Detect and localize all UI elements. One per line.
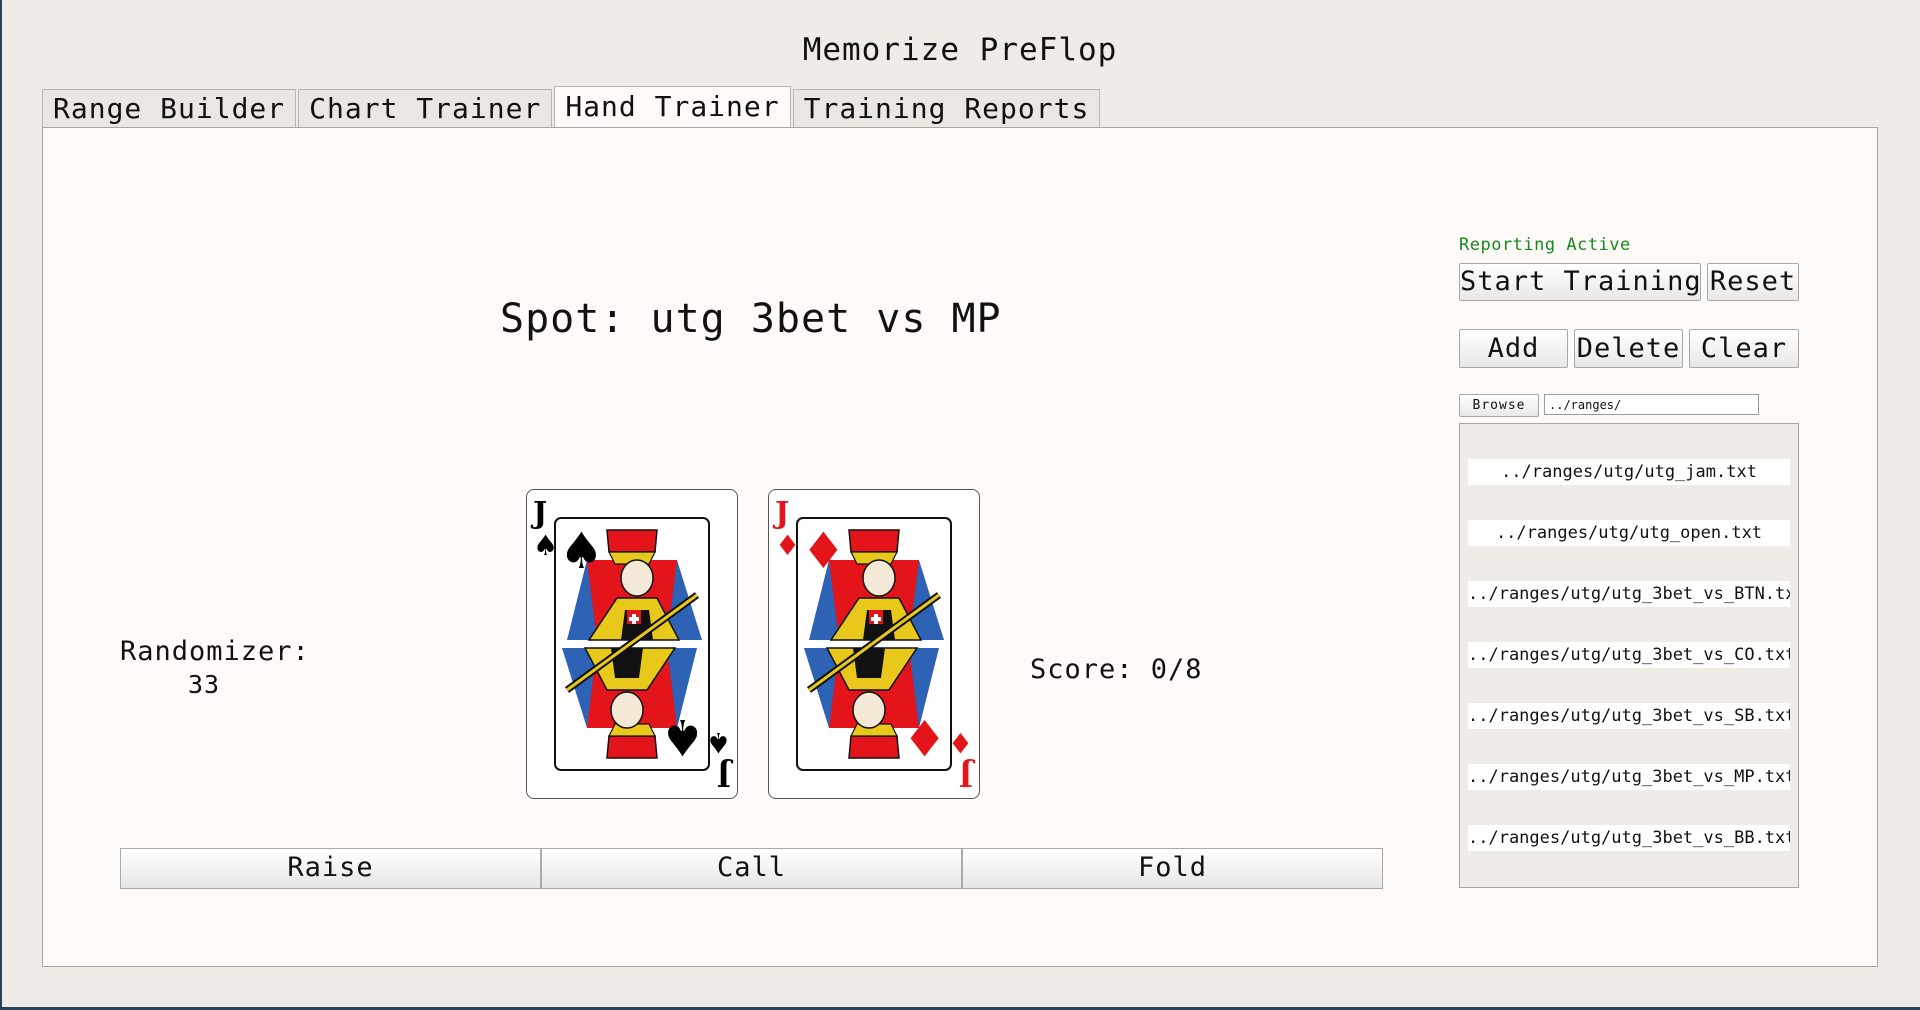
action-bar: Raise Call Fold (120, 848, 1383, 889)
card-court-suit-bottom: ♠ (660, 708, 705, 766)
card-rank-bottom: J (717, 757, 734, 792)
clear-button[interactable]: Clear (1689, 329, 1799, 368)
card-rank-top: J (772, 496, 789, 531)
playing-card-jack-of-spades: J ♠ J ♠ ♠ ♠ (526, 489, 738, 799)
tab-training-reports[interactable]: Training Reports (792, 89, 1101, 128)
tab-chart-trainer[interactable]: Chart Trainer (298, 89, 553, 128)
range-file-item[interactable]: ../ranges/utg/utg_3bet_vs_BTN.txt (1468, 581, 1790, 607)
range-file-item[interactable]: ../ranges/utg/utg_3bet_vs_BB.txt (1468, 825, 1790, 851)
add-button[interactable]: Add (1459, 329, 1568, 368)
score-label: Score: 0/8 (1030, 654, 1203, 685)
card-court-suit-bottom: ♦ (902, 708, 947, 766)
app-title: Memorize PreFlop (802, 32, 1118, 68)
spot-label: Spot: utg 3bet vs MP (500, 296, 1002, 342)
tab-hand-trainer[interactable]: Hand Trainer (554, 86, 791, 129)
delete-button[interactable]: Delete (1574, 329, 1683, 368)
reporting-status: Reporting Active (1459, 235, 1631, 255)
card-court-suit-top: ♠ (559, 522, 604, 580)
range-file-list: ../ranges/utg/utg_jam.txt ../ranges/utg/… (1459, 423, 1799, 888)
browse-button[interactable]: Browse (1459, 394, 1539, 417)
call-button[interactable]: Call (541, 848, 962, 889)
start-training-button[interactable]: Start Training (1459, 263, 1701, 301)
range-file-item[interactable]: ../ranges/utg/utg_jam.txt (1468, 459, 1790, 485)
tab-bar: Range Builder Chart Trainer Hand Trainer… (42, 85, 1102, 129)
card-court-suit-top: ♦ (801, 522, 846, 580)
card-rank-top: J (530, 496, 547, 531)
path-input[interactable] (1544, 394, 1759, 415)
range-file-item[interactable]: ../ranges/utg/utg_3bet_vs_CO.txt (1468, 642, 1790, 668)
randomizer-value: 33 (188, 670, 221, 699)
playing-card-jack-of-diamonds: J ♦ J ♦ ♦ ♦ (768, 489, 980, 799)
window-border-left (0, 0, 2, 1010)
range-file-item[interactable]: ../ranges/utg/utg_3bet_vs_SB.txt (1468, 703, 1790, 729)
card-rank-bottom: J (959, 757, 976, 792)
range-file-item[interactable]: ../ranges/utg/utg_open.txt (1468, 520, 1790, 546)
reset-button[interactable]: Reset (1707, 263, 1799, 301)
fold-button[interactable]: Fold (962, 848, 1383, 889)
randomizer-label: Randomizer: (120, 636, 310, 667)
tab-range-builder[interactable]: Range Builder (42, 89, 297, 128)
range-file-item[interactable]: ../ranges/utg/utg_3bet_vs_MP.txt (1468, 764, 1790, 790)
raise-button[interactable]: Raise (120, 848, 541, 889)
